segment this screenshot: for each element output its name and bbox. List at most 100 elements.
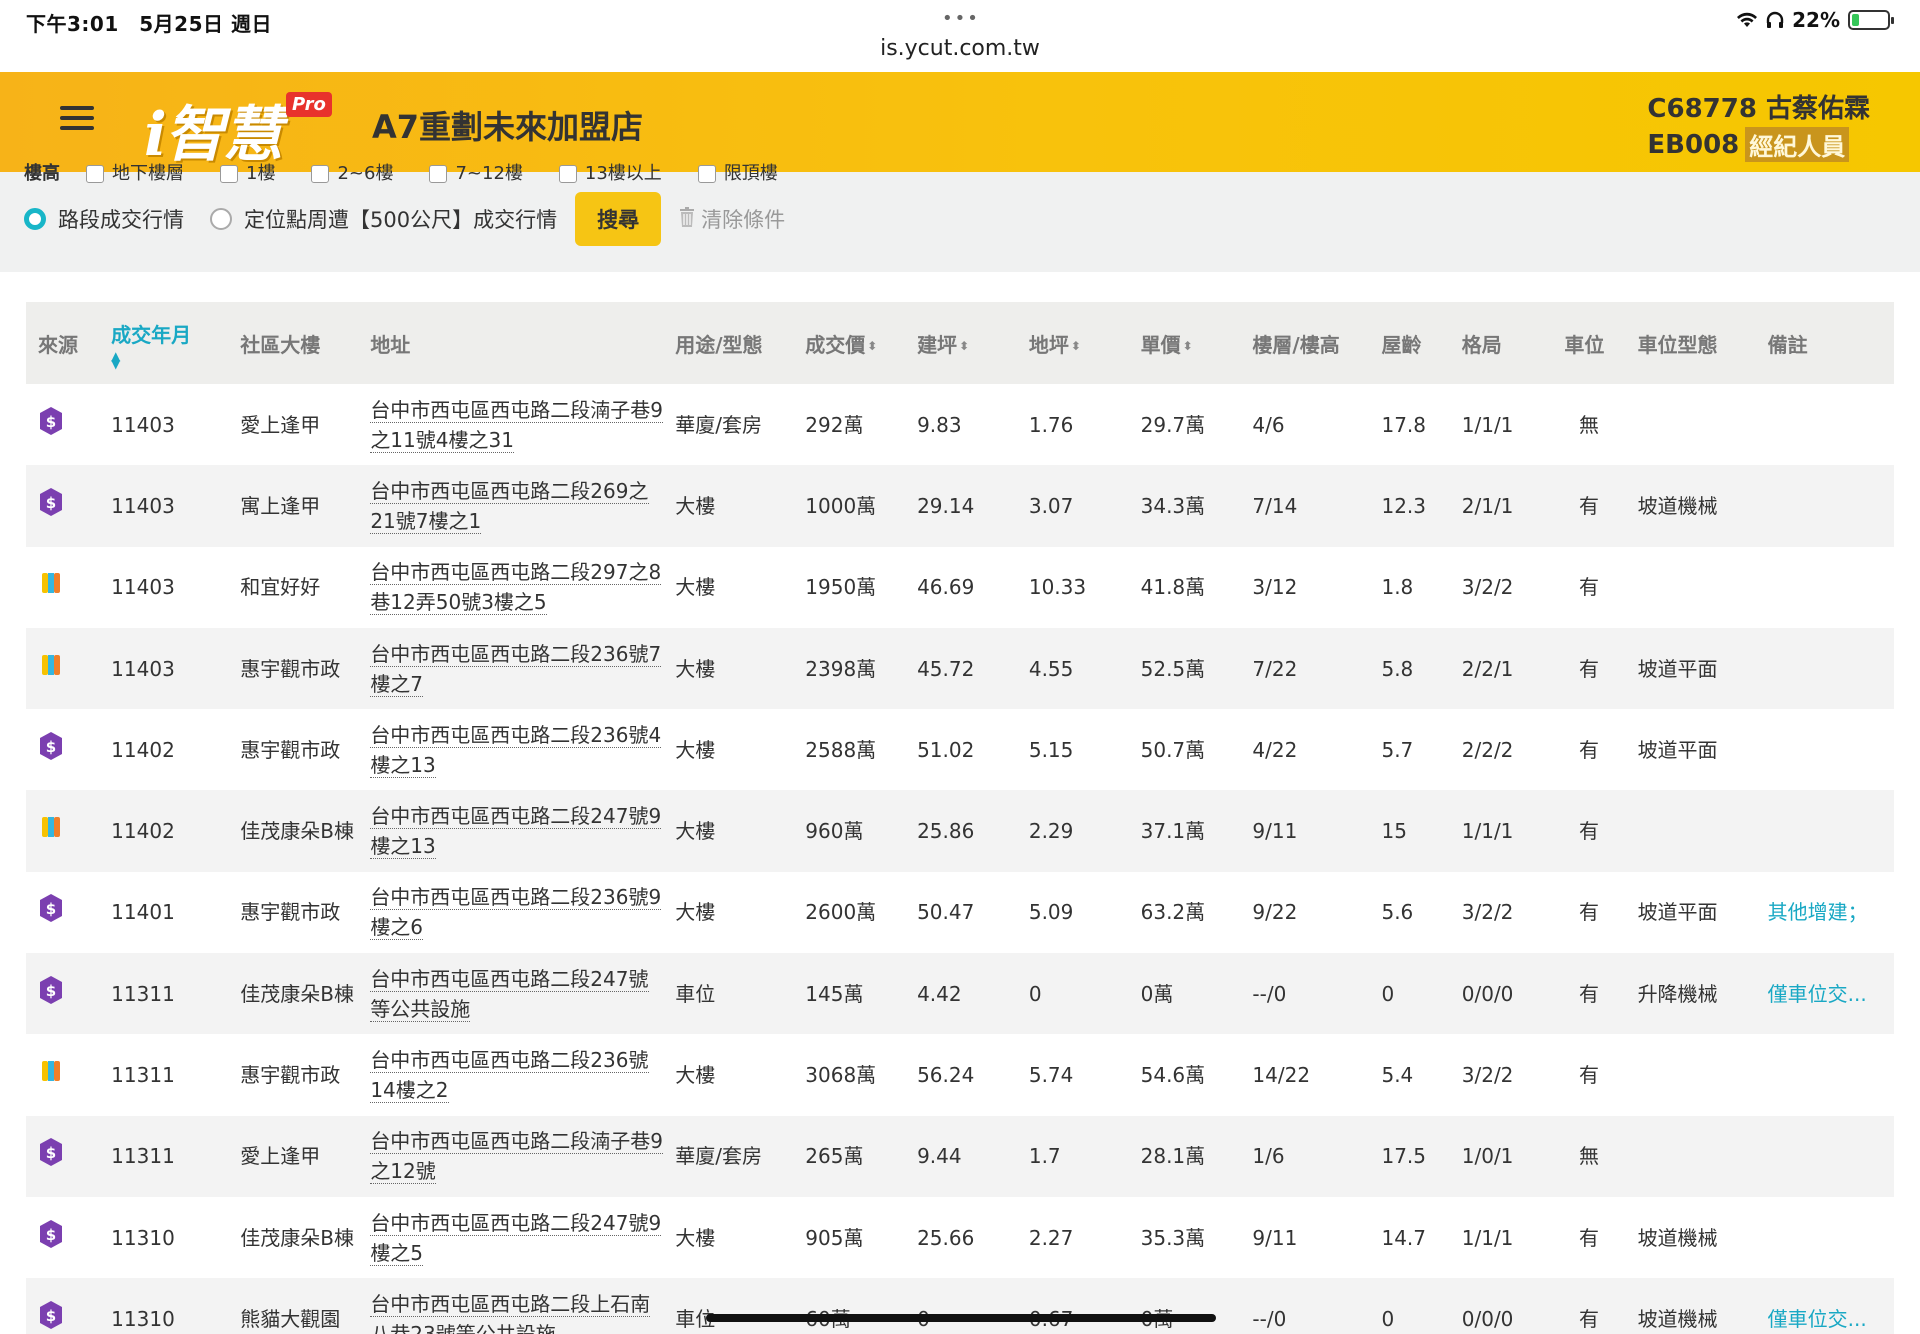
cell-name: 愛上逢甲 bbox=[240, 412, 321, 437]
table-row[interactable]: $11310 佳茂康朵B棟 台中市西屯區西屯路二段247號9樓之5 大樓 905萬 25.… bbox=[26, 1197, 1894, 1278]
cell-bld: 51.02 bbox=[917, 737, 975, 762]
hamburger-menu-icon[interactable] bbox=[60, 106, 94, 134]
sort-icon[interactable]: ⬍ bbox=[867, 340, 877, 352]
cell-age: 5.6 bbox=[1381, 900, 1414, 925]
table-row[interactable]: $11403 愛上逢甲 台中市西屯區西屯路二段湳子巷9之11號4樓之31 華廈/套房 2… bbox=[26, 384, 1894, 465]
floor-option[interactable]: 2~6樓 bbox=[311, 159, 393, 185]
table-row[interactable]: 11403 惠宇觀市政 台中市西屯區西屯路二段236號7樓之7 大樓 2398萬 45.7… bbox=[26, 627, 1894, 710]
cell-note bbox=[1756, 1197, 1894, 1278]
cell-use: 華廈/套房 bbox=[675, 1144, 762, 1169]
cell-floor: 9/11 bbox=[1252, 1225, 1298, 1250]
address-link[interactable]: 台中市西屯區西屯路二段269之21號7樓之1 bbox=[370, 478, 649, 534]
search-button[interactable]: 搜尋 bbox=[575, 192, 662, 246]
col-floor: 樓層/樓高 bbox=[1252, 332, 1340, 357]
url-bar[interactable]: is.ycut.com.tw bbox=[0, 36, 1920, 61]
floor-option[interactable]: 1樓 bbox=[220, 159, 275, 185]
col-building-area[interactable]: 建坪 ⬍ bbox=[905, 302, 1017, 384]
cell-addr[interactable]: 台中市西屯區西屯路二段湳子巷9之12號 bbox=[358, 1116, 664, 1197]
radio-unselected-icon[interactable] bbox=[210, 208, 232, 230]
cell-name: 惠宇觀市政 bbox=[240, 1063, 341, 1088]
address-link[interactable]: 台中市西屯區西屯路二段297之8巷12弄50號3樓之5 bbox=[370, 560, 662, 616]
cell-land: 1.76 bbox=[1028, 412, 1074, 437]
cell-park: 有 bbox=[1578, 900, 1599, 925]
address-link[interactable]: 台中市西屯區西屯路二段236號7樓之7 bbox=[370, 641, 662, 697]
cell-price: 2398萬 bbox=[805, 656, 877, 681]
cell-addr[interactable]: 台中市西屯區西屯路二段236號7樓之7 bbox=[358, 628, 663, 709]
table-row[interactable]: $11311 佳茂康朵B棟 台中市西屯區西屯路二段247號等公共設施 車位 145萬 4.… bbox=[26, 953, 1894, 1035]
more-dots-icon[interactable]: ••• bbox=[942, 8, 980, 29]
search-mode-row: 路段成交行情 定位點周遭【500公尺】成交行情 搜尋 清除條件 bbox=[24, 192, 785, 246]
cell-note[interactable]: 其他增建； bbox=[1756, 872, 1894, 953]
cell-price: 265萬 bbox=[805, 1144, 864, 1169]
cell-unit: 29.7萬 bbox=[1140, 412, 1206, 437]
col-unit-price[interactable]: 單價 ⬍ bbox=[1129, 302, 1241, 384]
col-land-area[interactable]: 地坪 ⬍ bbox=[1017, 302, 1129, 384]
cell-addr[interactable]: 台中市西屯區西屯路二段297之8巷12弄50號3樓之5 bbox=[358, 547, 663, 628]
table-row[interactable]: $11402 惠宇觀市政 台中市西屯區西屯路二段236號4樓之13 大樓 2588萬 51… bbox=[26, 709, 1894, 790]
table-row[interactable]: 11311 惠宇觀市政 台中市西屯區西屯路二段236號14樓之2 大樓 3068萬 56.… bbox=[26, 1034, 1894, 1115]
address-link[interactable]: 台中市西屯區西屯路二段247號等公共設施 bbox=[370, 966, 649, 1022]
col-deal-month[interactable]: 成交年月 ▲ ▼ bbox=[99, 302, 228, 384]
table-row[interactable]: 11403 和宜好好 台中市西屯區西屯路二段297之8巷12弄50號3樓之5 大樓 19… bbox=[26, 547, 1894, 628]
cell-addr[interactable]: 台中市西屯區西屯路二段247號9樓之5 bbox=[358, 1197, 663, 1278]
battery-percent: 22% bbox=[1792, 8, 1840, 32]
app-logo[interactable]: i智慧 Pro bbox=[140, 80, 340, 170]
cell-price: 905萬 bbox=[805, 1225, 864, 1250]
floor-option[interactable]: 13樓以上 bbox=[558, 159, 662, 185]
table-row[interactable]: $11403 寓上逢甲 台中市西屯區西屯路二段269之21號7樓之1 大樓 1000萬 2… bbox=[26, 465, 1894, 547]
cell-layout: 0/0/0 bbox=[1461, 1306, 1514, 1331]
cell-ym: 11311 bbox=[111, 1063, 175, 1088]
cell-addr[interactable]: 台中市西屯區西屯路二段247號9樓之13 bbox=[358, 790, 663, 871]
floor-option[interactable]: 限頂樓 bbox=[697, 159, 778, 185]
radio-selected-icon[interactable] bbox=[24, 208, 46, 230]
floor-filter-row: 樓高 地下樓層 1樓 2~6樓 7~12樓 13樓以上 限頂樓 bbox=[24, 158, 778, 186]
table-row[interactable]: 11402 佳茂康朵B棟 台中市西屯區西屯路二段247號9樓之13 大樓 960萬 25.… bbox=[26, 790, 1894, 872]
address-link[interactable]: 台中市西屯區西屯路二段236號14樓之2 bbox=[370, 1048, 649, 1104]
sort-icon[interactable]: ⬍ bbox=[959, 340, 969, 352]
clear-filters-button[interactable]: 清除條件 bbox=[679, 204, 785, 234]
address-link[interactable]: 台中市西屯區西屯路二段236號9樓之6 bbox=[370, 885, 662, 941]
address-link[interactable]: 台中市西屯區西屯路二段247號9樓之13 bbox=[370, 804, 662, 860]
table-row[interactable]: $11310 熊貓大觀園 台中市西屯區西屯路二段上石南八巷23號等公共設施車位 60萬… bbox=[26, 1278, 1894, 1334]
cell-layout: 3/2/2 bbox=[1461, 1063, 1514, 1088]
cell-price: 60萬 bbox=[793, 1278, 905, 1334]
address-link[interactable]: 台中市西屯區西屯路二段上石南八巷23號等公共設施 bbox=[370, 1291, 651, 1334]
table-row[interactable]: $11311 愛上逢甲 台中市西屯區西屯路二段湳子巷9之12號 華廈/套房 265萬 9.… bbox=[26, 1115, 1894, 1197]
cell-note[interactable]: 僅車位交... bbox=[1756, 1278, 1894, 1334]
address-link[interactable]: 台中市西屯區西屯路二段236號4樓之13 bbox=[370, 722, 662, 778]
cell-use: 大樓 bbox=[675, 819, 716, 844]
sort-icon[interactable]: ⬍ bbox=[1071, 340, 1081, 352]
floor-option[interactable]: 7~12樓 bbox=[429, 159, 523, 185]
floor-label: 樓高 bbox=[24, 163, 60, 184]
table-row[interactable]: $11401 惠宇觀市政 台中市西屯區西屯路二段236號9樓之6 大樓 2600萬 50.… bbox=[26, 872, 1894, 953]
floor-option[interactable]: 地下樓層 bbox=[86, 159, 184, 185]
radio-road-section[interactable]: 路段成交行情 bbox=[24, 204, 184, 234]
cell-addr[interactable]: 台中市西屯區西屯路二段236號14樓之2 bbox=[358, 1034, 663, 1115]
home-indicator[interactable] bbox=[706, 1314, 1216, 1322]
cell-ym: 11311 bbox=[111, 981, 175, 1006]
cell-bld: 9.44 bbox=[917, 1144, 962, 1169]
sort-icon[interactable]: ▲ ▼ bbox=[111, 350, 228, 370]
cell-note[interactable]: 僅車位交... bbox=[1756, 953, 1894, 1034]
cell-addr[interactable]: 台中市西屯區西屯路二段上石南八巷23號等公共設施 bbox=[358, 1278, 663, 1334]
address-link[interactable]: 台中市西屯區西屯路二段湳子巷9之11號4樓之31 bbox=[370, 397, 664, 453]
cell-ym: 11403 bbox=[111, 656, 175, 681]
col-price[interactable]: 成交價 ⬍ bbox=[793, 302, 905, 384]
cell-age: 17.8 bbox=[1381, 412, 1426, 437]
address-link[interactable]: 台中市西屯區西屯路二段247號9樓之5 bbox=[370, 1210, 662, 1266]
cell-layout: 2/1/1 bbox=[1461, 493, 1514, 518]
cell-addr[interactable]: 台中市西屯區西屯路二段236號9樓之6 bbox=[358, 872, 663, 953]
cell-ptype: 坡道機械 bbox=[1637, 1225, 1718, 1250]
radio-nearby[interactable]: 定位點周遭【500公尺】成交行情 bbox=[210, 204, 557, 234]
sort-icon[interactable]: ⬍ bbox=[1183, 340, 1193, 352]
user-info[interactable]: C68778 古蔡佑霖 EB008 經紀人員 bbox=[1647, 88, 1870, 162]
cell-name: 和宜好好 bbox=[240, 575, 321, 600]
cell-addr[interactable]: 台中市西屯區西屯路二段236號4樓之13 bbox=[358, 709, 663, 790]
address-link[interactable]: 台中市西屯區西屯路二段湳子巷9之12號 bbox=[370, 1129, 664, 1185]
cell-addr[interactable]: 台中市西屯區西屯路二段269之21號7樓之1 bbox=[358, 465, 663, 546]
svg-text:$: $ bbox=[46, 982, 56, 1000]
cell-addr[interactable]: 台中市西屯區西屯路二段湳子巷9之11號4樓之31 bbox=[358, 384, 664, 465]
source-cell: $ bbox=[26, 953, 99, 1034]
cell-land: 0 bbox=[1028, 981, 1042, 1006]
cell-addr[interactable]: 台中市西屯區西屯路二段247號等公共設施 bbox=[358, 953, 663, 1034]
